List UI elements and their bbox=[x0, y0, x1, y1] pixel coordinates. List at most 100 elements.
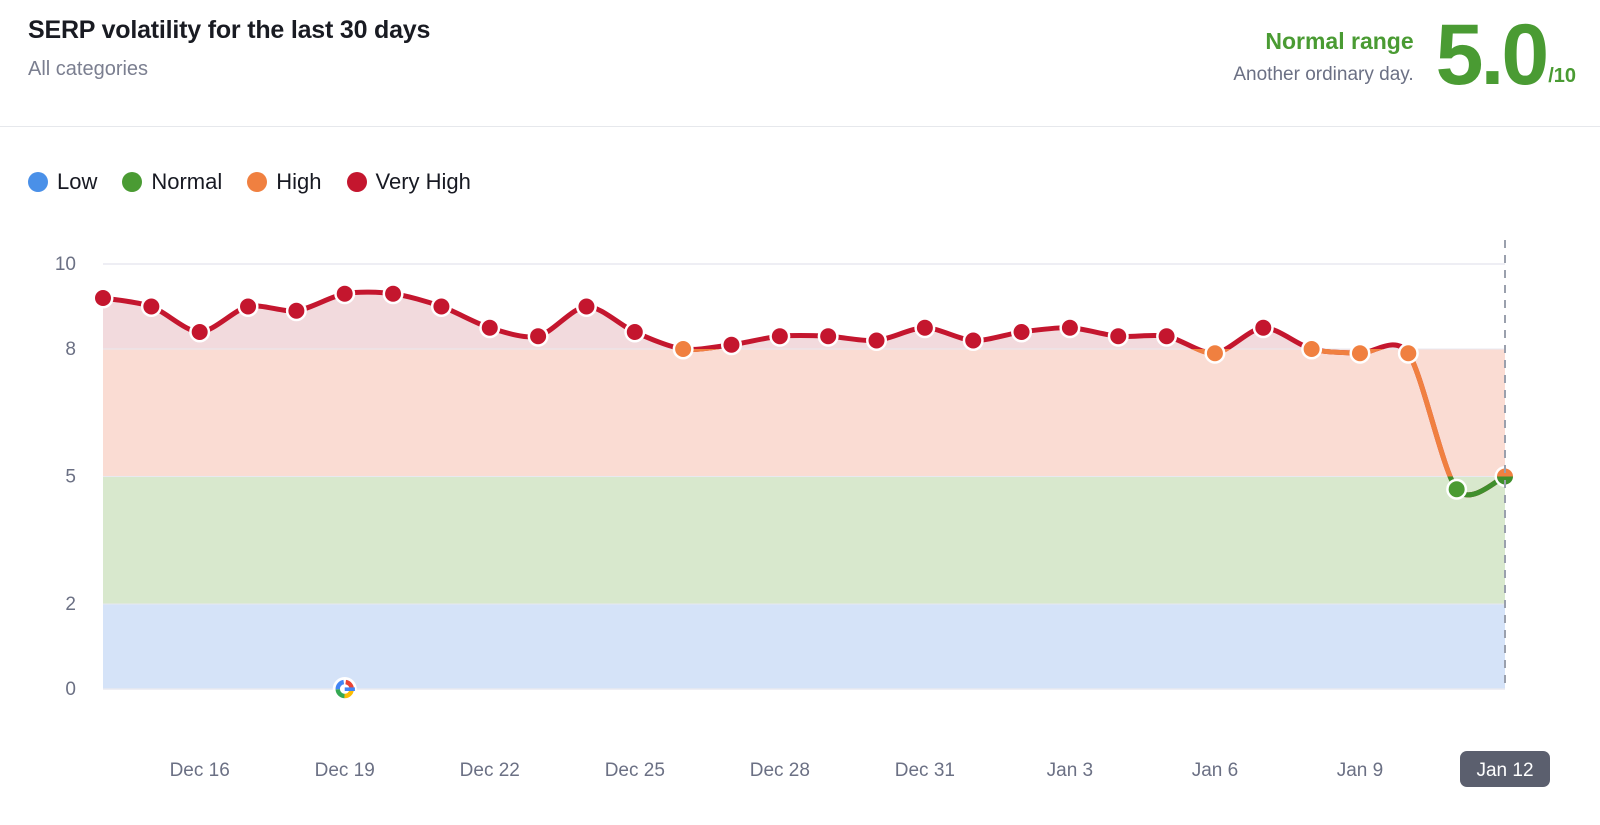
chart-x-axis: Dec 16 Dec 19 Dec 22 Dec 25 Dec 28 Dec 31 Jan … bbox=[170, 751, 1550, 787]
y-axis-tick: 5 bbox=[65, 467, 76, 488]
data-point-fill bbox=[240, 298, 257, 315]
x-axis-tick: Dec 22 bbox=[460, 760, 520, 781]
data-point[interactable] bbox=[1446, 478, 1468, 500]
data-point-fill bbox=[675, 341, 692, 357]
legend-item-normal[interactable]: Normal bbox=[122, 171, 222, 193]
data-point[interactable] bbox=[962, 330, 984, 351]
data-point-fill bbox=[1158, 328, 1175, 345]
data-point[interactable] bbox=[1011, 321, 1033, 343]
svg-text:Jan 12: Jan 12 bbox=[1476, 760, 1533, 781]
data-point[interactable] bbox=[140, 296, 162, 317]
data-point-fill bbox=[1206, 345, 1223, 362]
data-point[interactable] bbox=[285, 300, 307, 322]
score-max: /10 bbox=[1548, 65, 1576, 87]
data-point[interactable] bbox=[237, 296, 259, 317]
score-value: 5.0 bbox=[1435, 7, 1550, 103]
data-point[interactable] bbox=[479, 317, 501, 339]
data-point-fill bbox=[965, 332, 982, 349]
data-point[interactable] bbox=[382, 283, 404, 305]
data-point-fill bbox=[916, 319, 933, 336]
data-point[interactable] bbox=[575, 296, 597, 317]
x-axis-tick: Jan 9 bbox=[1337, 760, 1383, 781]
data-point[interactable] bbox=[430, 296, 452, 317]
legend-label-very-high: Very High bbox=[375, 169, 471, 194]
data-point[interactable] bbox=[1349, 342, 1371, 364]
data-point-fill bbox=[1255, 319, 1272, 336]
data-point-fill bbox=[626, 324, 643, 340]
category-subtitle: All categories bbox=[28, 58, 149, 80]
band-normal bbox=[103, 476, 1505, 604]
data-point-fill bbox=[288, 302, 305, 319]
data-point-fill bbox=[481, 319, 498, 336]
x-axis-tick: Jan 6 bbox=[1192, 760, 1238, 781]
legend-label-high: High bbox=[276, 169, 322, 194]
y-axis-tick: 2 bbox=[65, 594, 76, 615]
serp-volatility-widget: SERP volatility for the last 30 days All… bbox=[0, 0, 1600, 825]
legend-item-high[interactable]: High bbox=[247, 169, 322, 194]
data-point-fill bbox=[1303, 341, 1320, 357]
x-axis-tick: Dec 25 bbox=[605, 760, 665, 781]
x-axis-tick-current[interactable]: Jan 12 bbox=[1460, 751, 1550, 787]
data-point-fill bbox=[143, 298, 160, 315]
data-point[interactable] bbox=[769, 325, 791, 347]
data-point[interactable] bbox=[1252, 317, 1274, 339]
data-point-fill bbox=[336, 285, 353, 302]
score-block: Normal range Another ordinary day. 5.0 /… bbox=[1233, 7, 1576, 103]
data-point[interactable] bbox=[1156, 325, 1178, 347]
header-title-block: SERP volatility for the last 30 days All… bbox=[28, 14, 430, 82]
legend-item-very-high[interactable]: Very High bbox=[346, 169, 471, 194]
band-high bbox=[103, 349, 1505, 477]
data-point[interactable] bbox=[334, 283, 356, 305]
data-point-fill bbox=[1061, 319, 1078, 336]
data-point[interactable] bbox=[189, 321, 211, 343]
data-point[interactable] bbox=[1204, 342, 1226, 364]
data-point[interactable] bbox=[1059, 317, 1081, 339]
chart-bands bbox=[103, 349, 1505, 689]
legend-label-normal: Normal bbox=[151, 169, 223, 194]
data-point-fill bbox=[1110, 328, 1127, 345]
volatility-chart[interactable]: 10 8 5 2 0 Dec 16 Dec 19 Dec 22 Dec 25 Dec 28 Dec… bbox=[0, 230, 1600, 790]
status-note: Another ordinary day. bbox=[1233, 64, 1414, 85]
data-point-fill bbox=[385, 285, 402, 302]
x-axis-tick: Dec 31 bbox=[895, 760, 955, 781]
data-point[interactable] bbox=[624, 321, 646, 343]
x-axis-tick: Jan 3 bbox=[1047, 760, 1093, 781]
data-point[interactable] bbox=[92, 287, 114, 309]
google-logo-icon[interactable] bbox=[332, 677, 357, 701]
legend-dot-normal-icon bbox=[122, 172, 143, 192]
data-point[interactable] bbox=[866, 330, 888, 351]
page-title: SERP volatility for the last 30 days bbox=[28, 16, 431, 44]
widget-header: SERP volatility for the last 30 days All… bbox=[0, 0, 1600, 127]
data-point[interactable] bbox=[1397, 342, 1419, 364]
data-point[interactable] bbox=[914, 317, 936, 339]
score-value-wrap: 5.0 /10 bbox=[1435, 7, 1576, 103]
data-point-fill bbox=[723, 336, 740, 353]
data-point[interactable] bbox=[672, 338, 694, 360]
data-point-fill bbox=[1013, 324, 1030, 340]
data-point-fill bbox=[820, 328, 837, 345]
x-axis-tick: Dec 16 bbox=[170, 760, 230, 781]
score-description: Normal range Another ordinary day. bbox=[1233, 16, 1435, 87]
data-point-fill bbox=[771, 328, 788, 345]
legend-item-low[interactable]: Low bbox=[28, 171, 97, 193]
legend-dot-low-icon bbox=[28, 172, 48, 192]
data-point[interactable] bbox=[527, 325, 549, 347]
data-point[interactable] bbox=[1107, 325, 1129, 347]
y-axis-tick: 0 bbox=[65, 679, 76, 700]
chart-y-axis: 10 8 5 2 0 bbox=[55, 254, 76, 700]
legend-label-low: Low bbox=[57, 169, 98, 194]
data-point-fill bbox=[1400, 345, 1417, 362]
status-badge: Normal range bbox=[1265, 28, 1414, 54]
data-point-fill bbox=[578, 298, 595, 315]
data-point-fill bbox=[191, 324, 208, 340]
data-point-fill bbox=[1351, 345, 1368, 362]
legend-dot-very-high-icon bbox=[346, 172, 367, 192]
x-axis-tick: Dec 28 bbox=[750, 760, 810, 781]
data-point-fill bbox=[868, 332, 885, 349]
chart-canvas[interactable]: 108520 Dec 16 Dec 19 Dec 22 Dec 25 Dec 28 Dec… bbox=[0, 230, 1600, 790]
data-point-fill bbox=[95, 290, 111, 306]
y-axis-tick: 8 bbox=[65, 339, 76, 360]
data-point[interactable] bbox=[817, 325, 839, 347]
data-point[interactable] bbox=[720, 334, 742, 356]
data-point[interactable] bbox=[1301, 338, 1323, 360]
